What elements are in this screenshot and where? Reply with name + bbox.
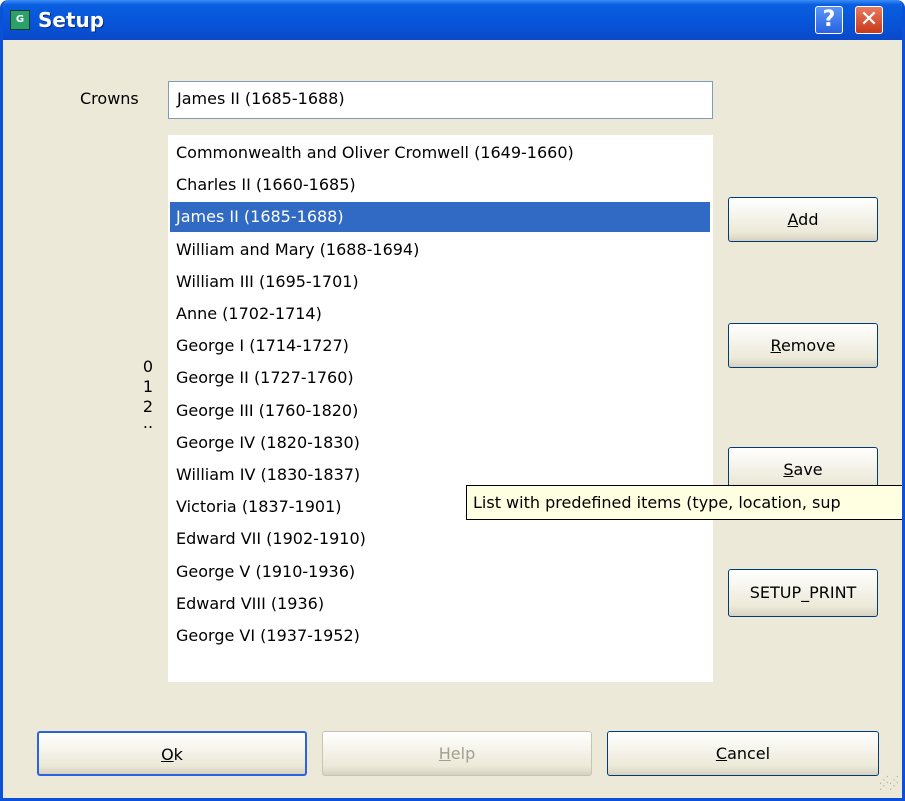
crowns-listbox[interactable]: Commonwealth and Oliver Cromwell (1649-1… <box>168 135 713 682</box>
list-item[interactable]: Edward VII (1902-1910) <box>170 524 710 554</box>
help-button: Help <box>322 731 592 776</box>
list-item[interactable]: George V (1910-1936) <box>170 557 710 587</box>
save-button-label: ave <box>793 460 823 479</box>
list-item[interactable]: George VI (1937-1952) <box>170 621 710 651</box>
list-item[interactable]: George III (1760-1820) <box>170 396 710 426</box>
remove-button-label: emove <box>780 336 836 355</box>
cancel-button-key: C <box>715 744 728 763</box>
remove-button-key: R <box>770 336 781 355</box>
ok-button-key: O <box>161 745 174 764</box>
crowns-label: Crowns <box>80 89 139 108</box>
list-item[interactable]: Edward VIII (1936) <box>170 589 710 619</box>
add-button[interactable]: Add <box>728 197 878 242</box>
help-button-label: elp <box>450 744 476 763</box>
question-icon: ? <box>822 7 836 32</box>
cancel-button-label: ancel <box>727 744 771 763</box>
help-title-button[interactable]: ? <box>815 6 843 34</box>
list-item[interactable]: Commonwealth and Oliver Cromwell (1649-1… <box>170 138 710 168</box>
list-item[interactable]: William III (1695-1701) <box>170 267 710 297</box>
crowns-field[interactable]: James II (1685-1688) <box>168 81 713 119</box>
setup-print-button[interactable]: SETUP_PRINT <box>728 569 878 617</box>
list-item[interactable]: George II (1727-1760) <box>170 363 710 393</box>
ok-button-label: k <box>173 745 183 764</box>
setup-app-icon: G <box>10 10 30 30</box>
close-icon: ✕ <box>859 7 879 32</box>
list-item[interactable]: George IV (1820-1830) <box>170 428 710 458</box>
help-button-key: H <box>438 744 451 763</box>
side-digit: .. <box>142 413 154 432</box>
list-item[interactable]: Anne (1702-1714) <box>170 299 710 329</box>
remove-button[interactable]: Remove <box>728 323 878 368</box>
window-title: Setup <box>38 8 105 32</box>
list-item[interactable]: Charles II (1660-1685) <box>170 170 710 200</box>
list-item[interactable]: George I (1714-1727) <box>170 331 710 361</box>
setup-dialog: G Setup ? ✕ Crowns James II (1685-1688) … <box>0 0 905 801</box>
side-digit: 0 <box>142 357 154 376</box>
side-index-digits: 0 1 2.. <box>141 357 155 432</box>
ok-button[interactable]: Ok <box>37 731 307 776</box>
save-button-key: S <box>783 460 794 479</box>
add-button-label: dd <box>798 210 819 229</box>
cancel-button[interactable]: Cancel <box>607 731 879 776</box>
close-button[interactable]: ✕ <box>855 6 883 34</box>
add-button-key: A <box>787 210 799 229</box>
list-item[interactable]: James II (1685-1688) <box>170 202 710 233</box>
side-digit: 1 <box>142 377 154 396</box>
resize-grip-icon[interactable]: ⋰⋰ ⋰⋰ <box>879 776 899 796</box>
listbox-tooltip: List with predefined items (type, locati… <box>466 485 902 520</box>
list-item[interactable]: William and Mary (1688-1694) <box>170 235 710 265</box>
title-bar[interactable]: G Setup ? ✕ <box>3 0 902 40</box>
